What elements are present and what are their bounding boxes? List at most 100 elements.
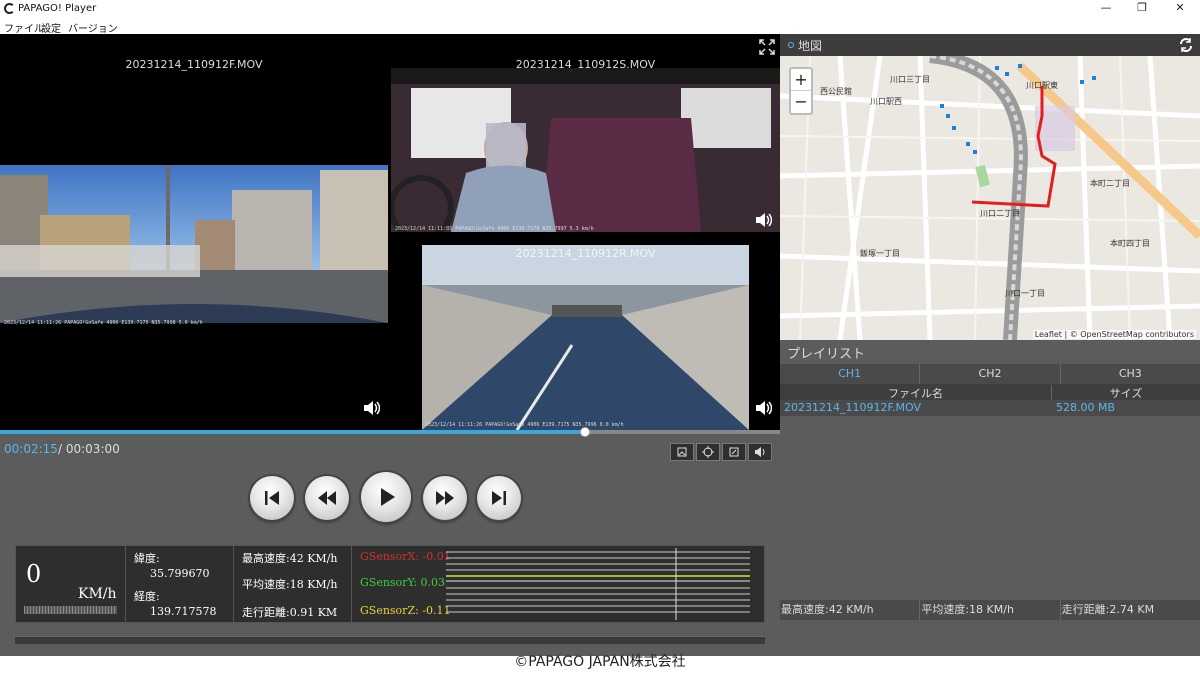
- menu-settings[interactable]: 設定: [41, 20, 61, 35]
- cabin-video-frame: [391, 68, 780, 232]
- telemetry-panel-lower: [15, 636, 765, 644]
- copyright-text: ©PAPAGO JAPAN株式会社: [514, 654, 686, 670]
- view-tools: [670, 443, 772, 461]
- video-area: 20231214_110912F.MOV 2023/12/14 11:11:26…: [0, 34, 780, 430]
- zoom-out-button[interactable]: −: [791, 91, 811, 113]
- gsensor-graph: [446, 548, 750, 620]
- refresh-icon[interactable]: [1178, 37, 1194, 53]
- app-logo-icon: [4, 3, 15, 14]
- map-label-area2: 川口一丁目: [1005, 289, 1045, 298]
- telemetry-panel: 0 KM/h 緯度: 35.799670 経度: 139.717578 最高速度…: [15, 545, 766, 624]
- play-icon: [381, 488, 395, 506]
- row-size: 528.00 MB: [1056, 401, 1116, 414]
- playlist-column-header: ファイル名 サイズ: [780, 384, 1200, 401]
- map-label-area1b: 川口二丁目: [980, 209, 1020, 218]
- col-filename[interactable]: ファイル名: [780, 385, 1052, 401]
- playlist-title: プレイリスト: [787, 347, 866, 362]
- close-button[interactable]: ✕: [1162, 1, 1198, 17]
- front-video-frame: [0, 165, 388, 323]
- playlist-header: プレイリスト: [780, 340, 1200, 362]
- cabin-video-stamp: 2023/12/14 11:11:03 PAPAGO!GoSafe 4906 E…: [395, 226, 594, 232]
- snapshot-icon[interactable]: [670, 443, 694, 461]
- gsensor-x: GSensorX: -0.01: [360, 550, 451, 563]
- resize-icon[interactable]: [722, 443, 746, 461]
- map-label-shimizu: 西公民館: [820, 86, 852, 96]
- lat-label: 緯度:: [134, 552, 160, 565]
- tab-ch3[interactable]: CH3: [1060, 364, 1200, 384]
- map-tiles: 川口駅東 川口三丁目 川口二丁目 川口一丁目 本町二丁目 本町四丁目 飯塚一丁目…: [780, 56, 1200, 340]
- front-speaker-icon[interactable]: [362, 400, 380, 416]
- map-label-area3: 本町二丁目: [1090, 178, 1130, 188]
- map-zoom-control: + −: [789, 67, 813, 115]
- menu-bar: ファイル 設定 バージョン: [0, 18, 1200, 35]
- tab-ch2[interactable]: CH2: [920, 364, 1061, 384]
- volume-icon[interactable]: [748, 443, 772, 461]
- col-size[interactable]: サイズ: [1052, 385, 1200, 401]
- cabin-speaker-icon[interactable]: [754, 212, 772, 228]
- playlist-body: [780, 416, 1200, 600]
- map-dot-icon: [788, 42, 794, 48]
- avg-speed: 平均速度:18 KM/h: [242, 578, 338, 591]
- rear-speaker-icon[interactable]: [754, 400, 772, 416]
- map-label-area5: 飯塚一丁目: [860, 248, 900, 258]
- channel-tabs: CH1 CH2 CH3: [780, 364, 1200, 384]
- lat-value: 35.799670: [150, 567, 210, 580]
- rear-video-title: 20231214_110912R.MOV: [515, 247, 656, 260]
- map-view[interactable]: 川口駅東 川口三丁目 川口二丁目 川口一丁目 本町二丁目 本町四丁目 飯塚一丁目…: [780, 56, 1200, 340]
- speed-cell: 0 KM/h: [16, 546, 126, 624]
- maximize-button[interactable]: ❐: [1124, 1, 1160, 17]
- lon-label: 経度:: [134, 590, 160, 603]
- map-label-west: 川口駅西: [870, 97, 902, 106]
- tab-ch1[interactable]: CH1: [780, 364, 921, 384]
- side-pane: 地図 川口駅東 川口三丁目 川口二丁目 川口一丁目 本町二丁目 本町四丁目 飯塚…: [780, 34, 1200, 656]
- map-label-area1: 川口三丁目: [890, 75, 930, 84]
- skip-back-button[interactable]: [250, 476, 294, 520]
- skip-forward-button[interactable]: [477, 476, 521, 520]
- skip-back-icon: [265, 491, 279, 505]
- player-pane: 20231214_110912F.MOV 2023/12/14 11:11:26…: [0, 34, 780, 656]
- speed-meter: [24, 606, 117, 614]
- row-filename: 20231214_110912F.MOV: [784, 401, 922, 414]
- app-window: PAPAGO! Player — ❐ ✕ ファイル 設定 バージョン 20231…: [0, 0, 1200, 675]
- minimize-button[interactable]: —: [1088, 1, 1124, 17]
- front-video-panel[interactable]: 20231214_110912F.MOV 2023/12/14 11:11:26…: [0, 34, 388, 430]
- total-time: / 00:03:00: [58, 442, 120, 456]
- cabin-video-panel[interactable]: 20231214_110912S.MOV 2023/12/14 11:11:03…: [391, 34, 780, 242]
- speed-value: 0: [26, 560, 42, 588]
- total-max-speed: 最高速度:42 KM/h: [780, 600, 921, 620]
- gsensor-y: GSensorY: 0.03: [360, 576, 446, 589]
- coords-cell: 緯度: 35.799670 経度: 139.717578: [126, 546, 234, 624]
- trip-cell: 最高速度:42 KM/h 平均速度:18 KM/h 走行距離:0.91 KM: [234, 546, 352, 624]
- map-label-area4: 本町四丁目: [1110, 238, 1150, 248]
- play-button[interactable]: [361, 472, 411, 522]
- window-title: PAPAGO! Player: [18, 3, 97, 14]
- speed-unit: KM/h: [78, 586, 117, 602]
- lon-value: 139.717578: [150, 605, 217, 618]
- rear-video-stamp: 2023/12/14 11:11:26 PAPAGO!GoSafe 4906 E…: [425, 422, 624, 428]
- trip-distance: 走行距離:0.91 KM: [242, 606, 338, 619]
- fast-forward-button[interactable]: [423, 476, 467, 520]
- playback-controls: [0, 472, 780, 528]
- menu-file[interactable]: ファイル: [4, 20, 44, 35]
- rewind-button[interactable]: [305, 476, 349, 520]
- map-label-station: 川口駅東: [1026, 80, 1058, 90]
- map-attribution[interactable]: Leaflet | © OpenStreetMap contributors: [1032, 330, 1196, 339]
- playlist-row[interactable]: 20231214_110912F.MOV 528.00 MB: [780, 400, 1200, 416]
- map-header: 地図: [780, 34, 1200, 56]
- total-distance: 走行距離:2.74 KM: [1061, 603, 1155, 616]
- rear-video-panel[interactable]: 20231214_110912R.MOV 2023/12/14 11:11:26…: [391, 245, 780, 430]
- time-bar: 00:02:15 / 00:03:00: [0, 434, 780, 464]
- menu-version[interactable]: バージョン: [68, 20, 118, 35]
- skip-forward-icon: [492, 491, 506, 505]
- front-video-title: 20231214_110912F.MOV: [125, 58, 263, 71]
- fullscreen-expand-icon[interactable]: [758, 38, 776, 56]
- zoom-in-button[interactable]: +: [791, 69, 811, 91]
- title-bar: PAPAGO! Player — ❐ ✕: [0, 0, 1200, 18]
- max-speed: 最高速度:42 KM/h: [242, 552, 338, 565]
- gsensor-cell: GSensorX: -0.01 GSensorY: 0.03 GSensorZ:…: [352, 546, 766, 624]
- front-video-stamp: 2023/12/14 11:11:26 PAPAGO!GoSafe 4906 E…: [4, 320, 203, 326]
- rewind-icon: [318, 491, 336, 505]
- target-icon[interactable]: [696, 443, 720, 461]
- fast-forward-icon: [436, 491, 454, 505]
- map-title: 地図: [798, 39, 823, 53]
